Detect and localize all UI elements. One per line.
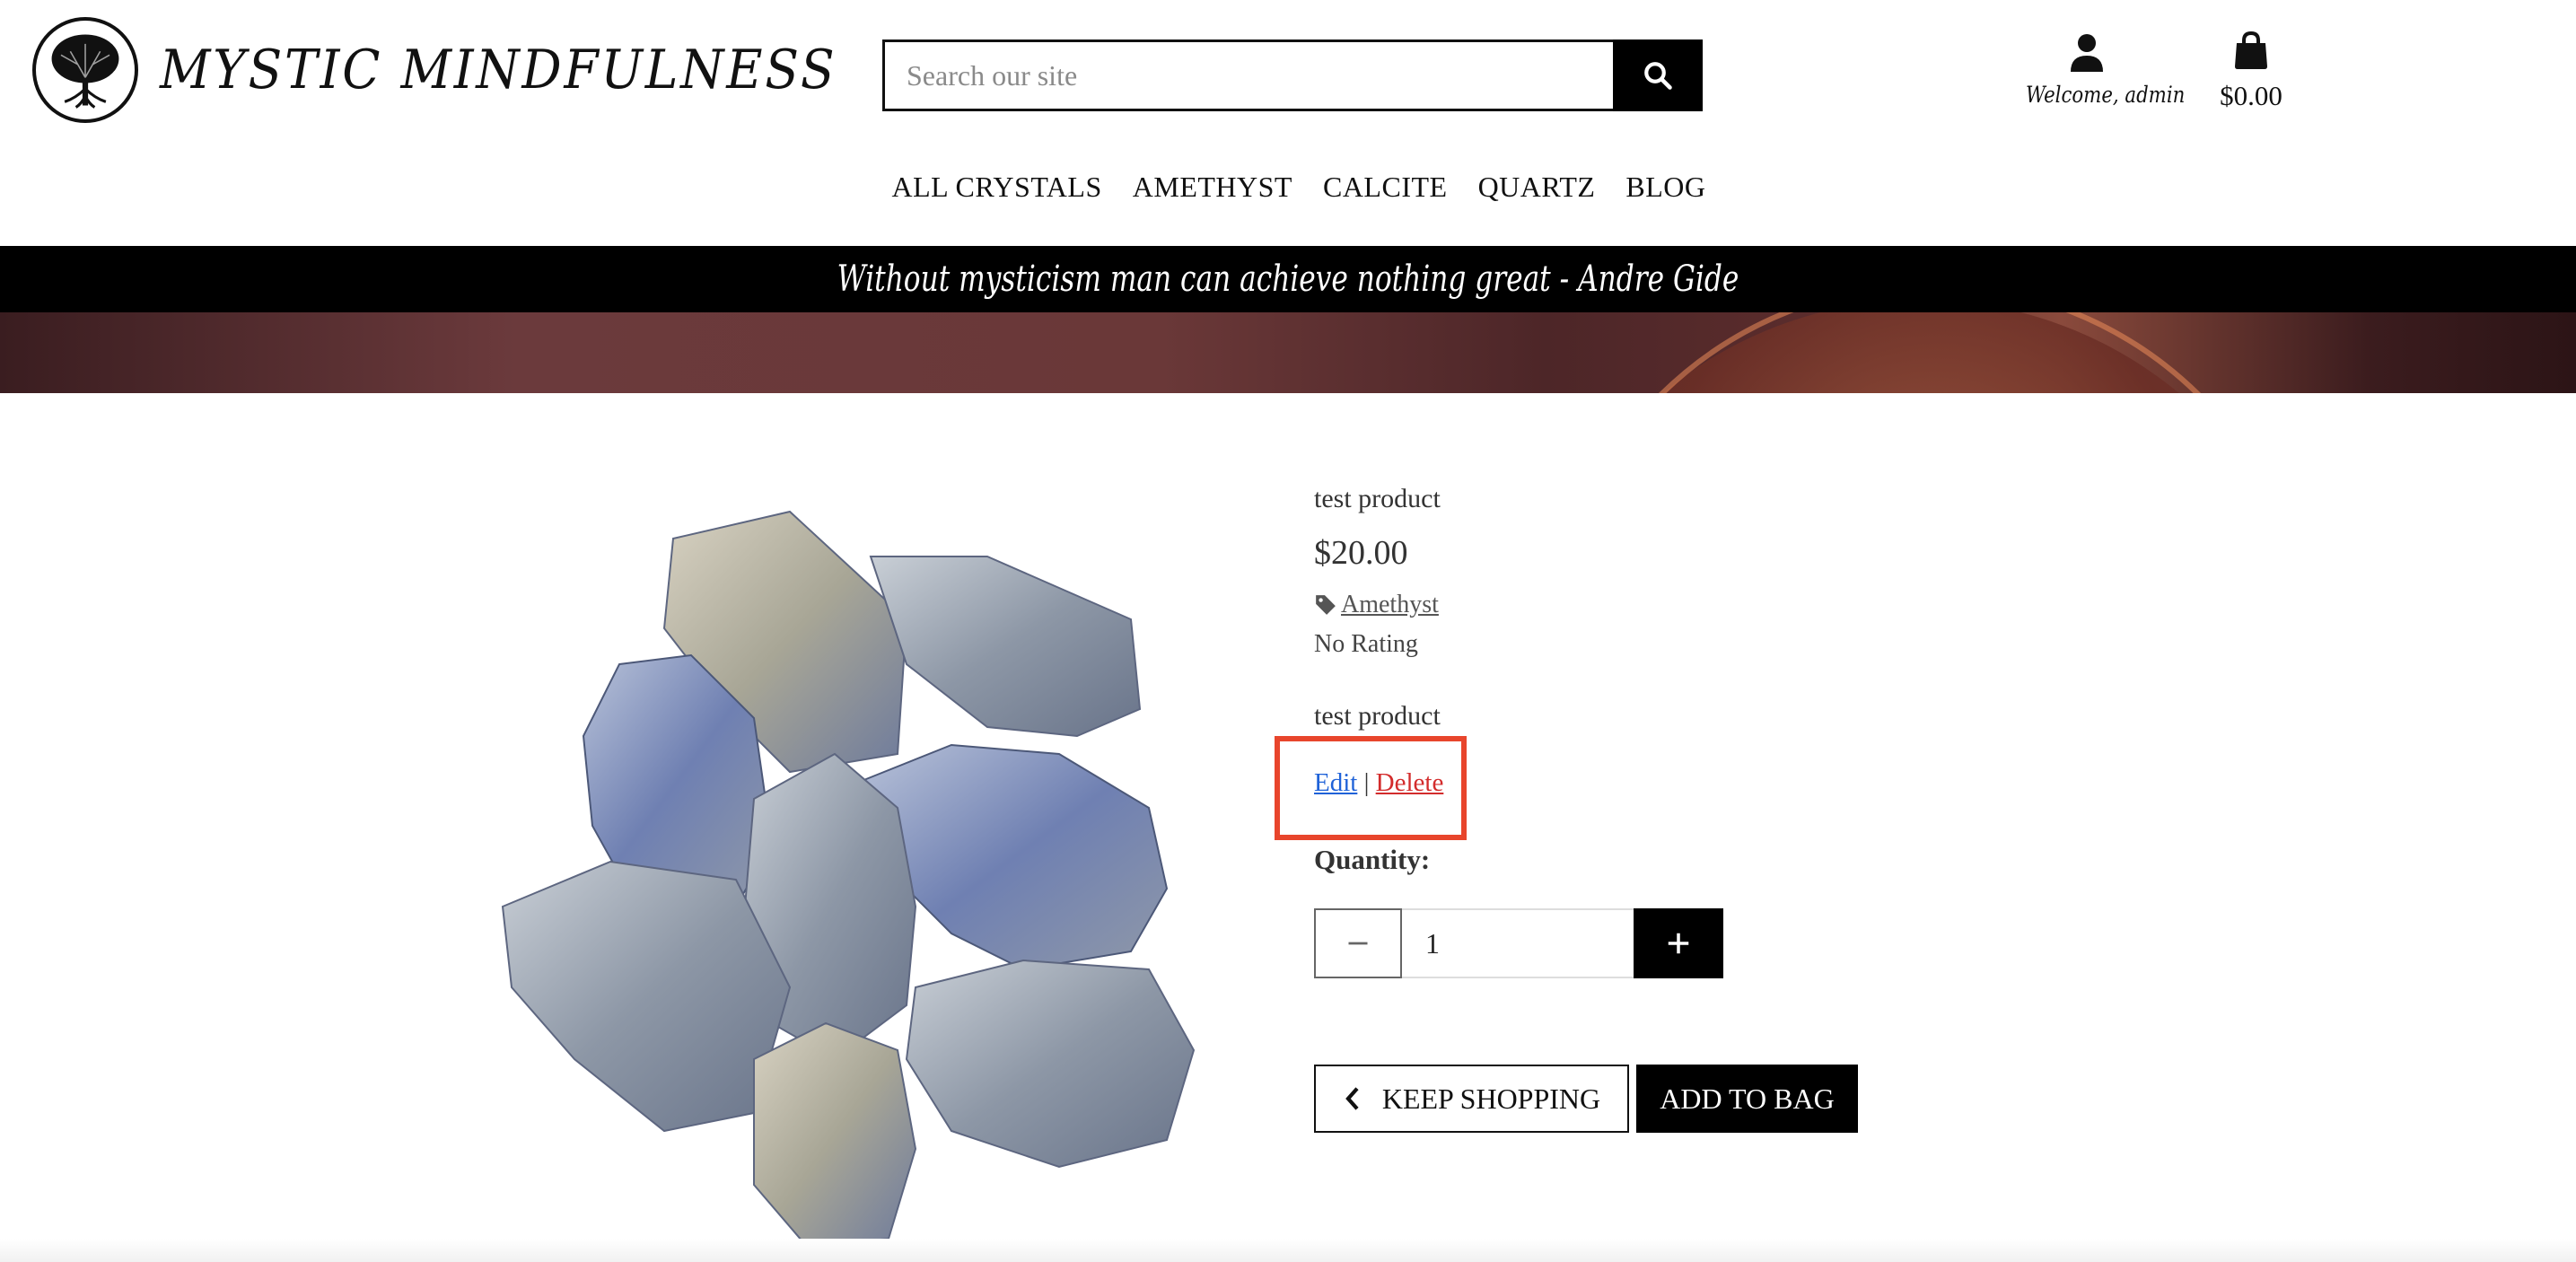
highlight-annotation: [1275, 736, 1467, 840]
product-price: $20.00: [1314, 534, 1408, 572]
account-label: Welcome, admin: [2026, 82, 2186, 108]
search-input[interactable]: [882, 39, 1613, 111]
bag-total: $0.00: [2220, 80, 2282, 111]
quantity-label: Quantity:: [1314, 844, 1431, 875]
nav-blog[interactable]: BLOG: [1625, 171, 1705, 204]
nav-quartz[interactable]: QUARTZ: [1478, 171, 1596, 204]
plus-icon: [1668, 933, 1689, 954]
product-image: [485, 485, 1230, 1257]
quote-bar: Without mysticism man can achieve nothin…: [0, 246, 2576, 312]
search-form: [882, 39, 1703, 111]
product-name: test product: [1314, 484, 1441, 513]
shopping-bag-link[interactable]: $0.00: [2208, 31, 2294, 112]
quote-text: Without mysticism man can achieve nothin…: [837, 259, 1739, 300]
category-link[interactable]: Amethyst: [1341, 589, 1439, 621]
nav-all-crystals[interactable]: ALL CRYSTALS: [891, 171, 1101, 204]
keep-shopping-button[interactable]: KEEP SHOPPING: [1314, 1065, 1629, 1133]
tag-icon: [1316, 595, 1336, 615]
product-category: Amethyst: [1314, 589, 2122, 621]
shopping-bag-icon: [2235, 31, 2267, 69]
nav-calcite[interactable]: CALCITE: [1323, 171, 1448, 204]
minus-icon: [1348, 942, 1368, 945]
footer-edge: [0, 1239, 2576, 1262]
increment-button[interactable]: [1634, 908, 1723, 978]
keep-shopping-label: KEEP SHOPPING: [1381, 1082, 1601, 1115]
product-rating: No Rating: [1314, 630, 1418, 658]
add-to-bag-button[interactable]: ADD TO BAG: [1636, 1065, 1858, 1133]
nav-amethyst[interactable]: AMETHYST: [1133, 171, 1292, 204]
search-button[interactable]: [1613, 39, 1703, 111]
quantity-input[interactable]: [1402, 908, 1634, 978]
quantity-stepper: [1314, 908, 1723, 978]
brand-name: MYSTIC MINDFULNESS: [160, 39, 837, 101]
tree-of-life-icon: [32, 17, 138, 123]
main-nav: ALL CRYSTALS AMETHYST CALCITE QUARTZ BLO…: [0, 171, 2576, 204]
search-icon: [1644, 62, 1672, 90]
chevron-left-icon: [1345, 1087, 1359, 1110]
decrement-button[interactable]: [1314, 908, 1402, 978]
brand-logo-link[interactable]: MYSTIC MINDFULNESS: [32, 16, 896, 124]
product-description: test product: [1314, 701, 1441, 731]
hero-banner: Without mysticism man can achieve nothin…: [0, 246, 2576, 393]
user-icon: [2071, 34, 2103, 72]
account-menu[interactable]: Welcome, admin: [2015, 32, 2186, 108]
